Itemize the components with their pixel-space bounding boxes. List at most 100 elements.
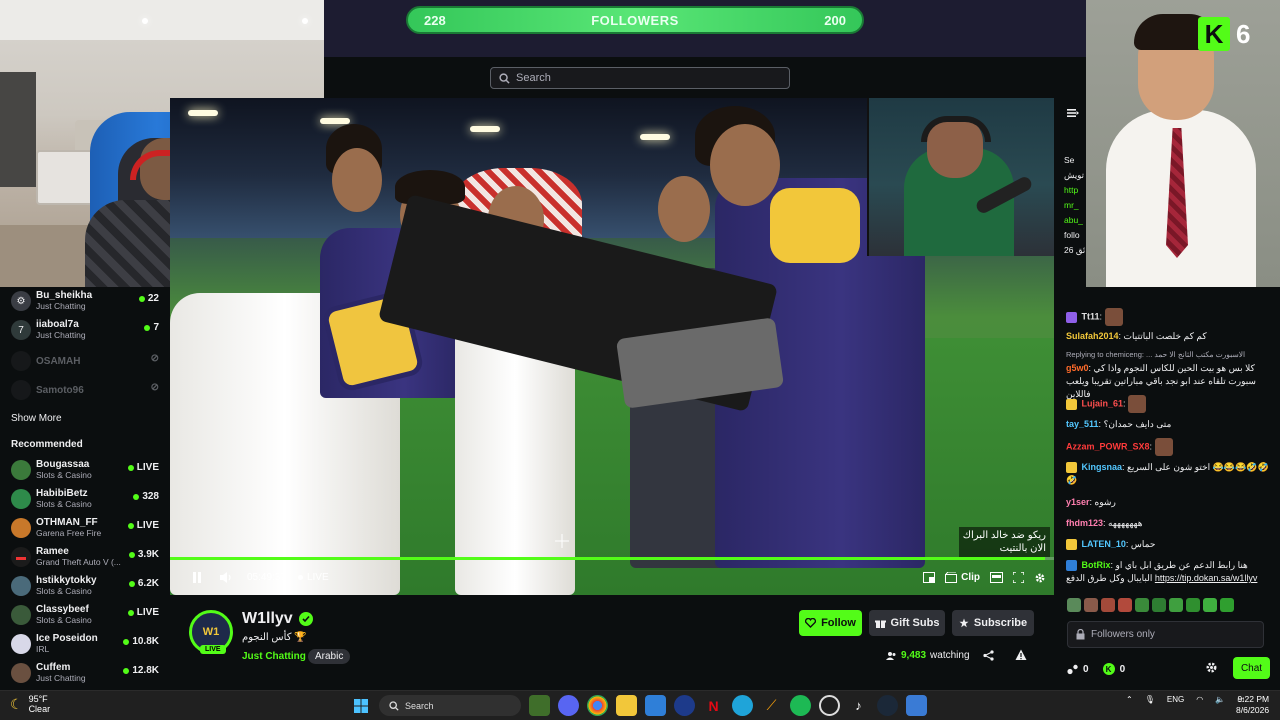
viewer-count-value: LIVE xyxy=(136,607,159,618)
chat-message: LATEN_10: حماس xyxy=(1066,538,1271,551)
follow-button[interactable]: Follow xyxy=(799,610,862,636)
emote-icon[interactable] xyxy=(1169,598,1183,612)
sidebar-item-recommended[interactable]: ▬ Ramee Grand Theft Auto V (... 3.9K xyxy=(0,543,170,571)
show-more-link[interactable]: Show More xyxy=(11,413,62,424)
viewer-count: 12.8K xyxy=(123,665,159,676)
channel-name: Bu_sheikha xyxy=(36,290,93,301)
steam-icon[interactable] xyxy=(877,695,898,716)
live-dot-icon xyxy=(138,295,145,302)
app-icon[interactable]: ⟋ xyxy=(761,695,782,716)
spotify-icon[interactable] xyxy=(790,695,811,716)
fullscreen-icon[interactable] xyxy=(1013,572,1024,583)
chat-send-button[interactable]: Chat xyxy=(1233,657,1270,679)
sidebar-item-recommended[interactable]: OTHMAN_FF Garena Free Fire LIVE xyxy=(0,514,170,542)
chat-username[interactable]: y1ser xyxy=(1066,497,1090,507)
app-icon[interactable] xyxy=(906,695,927,716)
emote-icon[interactable] xyxy=(1067,598,1081,612)
store-icon[interactable] xyxy=(645,695,666,716)
clip-button[interactable]: Clip xyxy=(945,572,980,583)
avatar: 7 xyxy=(11,320,31,340)
chat-username[interactable]: Tt11 xyxy=(1082,311,1100,321)
minecraft-icon[interactable] xyxy=(529,695,550,716)
followers-label: FOLLOWERS xyxy=(591,12,679,28)
language-indicator[interactable]: ENG xyxy=(1167,695,1184,704)
discord-icon[interactable] xyxy=(558,695,579,716)
netflix-icon[interactable]: N xyxy=(703,695,724,716)
pause-icon xyxy=(193,572,201,583)
channel-name: hstikkytokky xyxy=(36,575,97,586)
chat-username[interactable]: LATEN_10 xyxy=(1082,539,1126,549)
collapse-chat-icon[interactable] xyxy=(1067,108,1079,118)
chat-link[interactable]: https://tip.dokan.sa/w1llyv xyxy=(1155,573,1258,583)
emote-icon[interactable] xyxy=(1135,598,1149,612)
search-icon xyxy=(389,700,399,711)
reply-context: Replying to chemiceng: ... الاسبورت مكتب… xyxy=(1066,350,1246,359)
chat-username[interactable]: Lujain_61 xyxy=(1082,398,1124,408)
emote-icon[interactable] xyxy=(1118,598,1132,612)
live-dot-icon xyxy=(144,324,151,331)
viewer-count-value: 3.9K xyxy=(137,549,159,560)
obs-icon[interactable] xyxy=(819,695,840,716)
subscribe-button[interactable]: Subscribe xyxy=(952,610,1034,636)
gift-subs-button[interactable]: Gift Subs xyxy=(869,610,945,636)
sidebar-item-following[interactable]: Samoto96 ⊘ xyxy=(0,376,170,404)
theater-mode-icon[interactable] xyxy=(923,572,936,583)
chevron-up-icon[interactable]: ⌃ xyxy=(1126,695,1133,704)
sidebar-item-recommended[interactable]: Bougassaa Slots & Casino LIVE xyxy=(0,456,170,484)
report-icon[interactable] xyxy=(1015,649,1027,661)
chat-username[interactable]: Kingsnaa xyxy=(1082,462,1123,472)
channel-category: Garena Free Fire xyxy=(36,528,102,538)
sidebar-item-following[interactable]: OSAMAH ⊘ xyxy=(0,347,170,375)
sidebar-item-following[interactable]: ⚙ Bu_sheikha Just Chatting 22 xyxy=(0,287,170,315)
channel-name[interactable]: W1llyv xyxy=(242,610,293,628)
tiktok-icon[interactable]: ♪ xyxy=(848,695,869,716)
settings-gear-icon[interactable] xyxy=(1034,572,1046,584)
channel-category: Just Chatting xyxy=(36,673,86,683)
category-link[interactable]: Just Chatting xyxy=(242,651,306,662)
emote-icon[interactable] xyxy=(1203,598,1217,612)
file-explorer-icon[interactable] xyxy=(616,695,637,716)
sidebar-item-recommended[interactable]: HabibiBetz Slots & Casino 328 xyxy=(0,485,170,513)
channel-name: Cuffem xyxy=(36,662,71,673)
chrome-icon[interactable] xyxy=(587,695,608,716)
pip-icon[interactable] xyxy=(990,572,1003,583)
sidebar-item-recommended[interactable]: Classybeef Slots & Casino LIVE xyxy=(0,601,170,629)
microphone-icon[interactable]: 🎙 xyxy=(1145,695,1155,704)
chat-message: Sulafah2014: كم كم خلصت الباتتيات xyxy=(1066,330,1271,343)
language-tag[interactable]: Arabic xyxy=(308,649,351,664)
emote-icon[interactable] xyxy=(1186,598,1200,612)
volume-icon[interactable]: 🔈 xyxy=(1215,695,1225,704)
wifi-icon[interactable]: ◠ xyxy=(1196,695,1203,704)
app-icon[interactable] xyxy=(674,695,695,716)
chat-username[interactable]: tay_511 xyxy=(1066,419,1099,429)
emote-icon[interactable] xyxy=(1084,598,1098,612)
points-icon[interactable] xyxy=(1067,664,1079,675)
channel-name: OTHMAN_FF xyxy=(36,517,98,528)
chat-username[interactable]: g5w0 xyxy=(1066,363,1089,373)
share-icon[interactable] xyxy=(983,650,994,661)
sidebar-item-following[interactable]: 7 iiaboal7a Just Chatting 7 xyxy=(0,316,170,344)
emote-icon[interactable] xyxy=(1101,598,1115,612)
volume-button[interactable] xyxy=(220,572,233,583)
search-input[interactable]: Search xyxy=(490,67,790,89)
windows-start-icon[interactable] xyxy=(350,695,371,716)
emote-icon[interactable] xyxy=(1152,598,1166,612)
taskbar-clock[interactable]: 9:22 PM 8/6/2026 xyxy=(1236,694,1269,716)
emote-icon[interactable] xyxy=(1220,598,1234,612)
sidebar-item-recommended[interactable]: Cuffem Just Chatting 12.8K xyxy=(0,659,170,687)
chat-settings-icon[interactable] xyxy=(1205,661,1218,674)
kick-icon[interactable]: K xyxy=(1102,663,1115,675)
live-dot-icon xyxy=(133,493,140,500)
chat-username[interactable]: fhdm123 xyxy=(1066,518,1103,528)
weather-widget[interactable]: ☾ 95°F Clear xyxy=(10,694,50,714)
pause-button[interactable] xyxy=(192,572,202,583)
sidebar-item-recommended[interactable]: hstikkytokky Slots & Casino 6.2K xyxy=(0,572,170,600)
chat-username[interactable]: Azzam_POWR_SX8 xyxy=(1066,441,1150,451)
video-player[interactable]: ريكو ضد خالد البراك الان بالنتيت 05:49:3… xyxy=(170,98,1054,595)
edge-icon[interactable] xyxy=(732,695,753,716)
chat-username[interactable]: Sulafah2014 xyxy=(1066,331,1119,341)
chat-input[interactable]: Followers only xyxy=(1067,621,1264,648)
chat-username[interactable]: BotRix xyxy=(1082,560,1111,570)
taskbar-search[interactable]: Search xyxy=(379,695,521,716)
sidebar-item-recommended[interactable]: Ice Poseidon IRL 10.8K xyxy=(0,630,170,658)
